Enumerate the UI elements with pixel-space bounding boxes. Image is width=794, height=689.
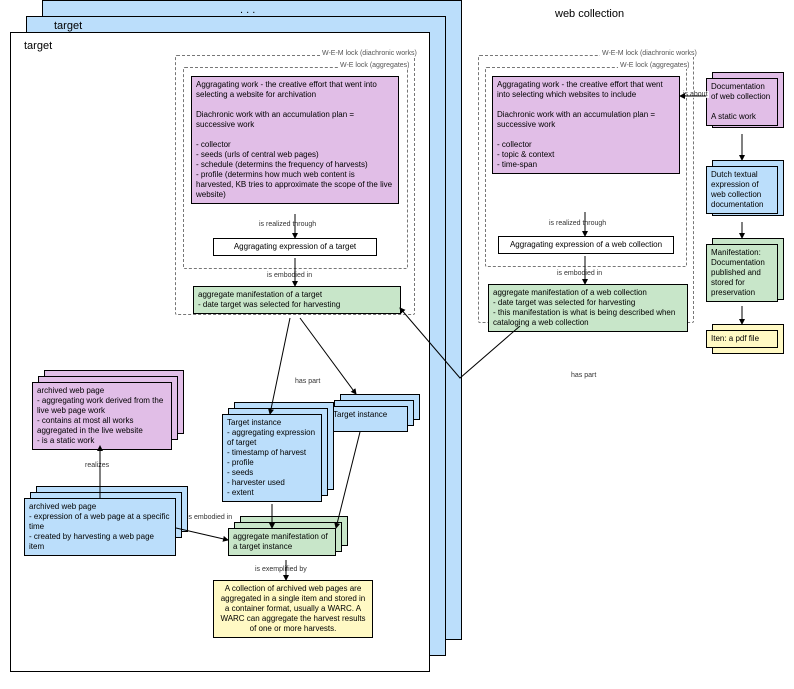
connector-lines (0, 0, 794, 689)
